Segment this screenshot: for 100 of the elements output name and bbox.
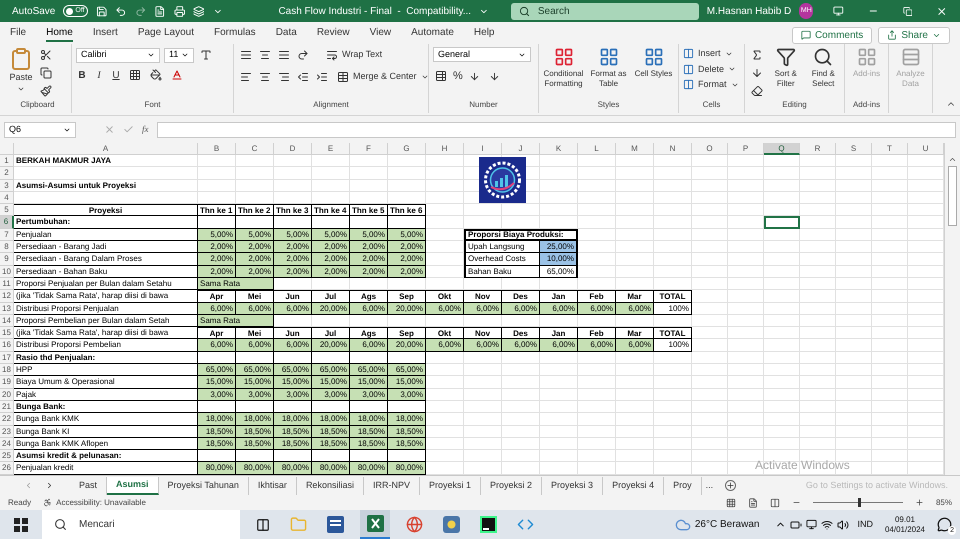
column-header[interactable]: I [464, 143, 502, 155]
input-cell[interactable]: 20,00% [388, 302, 426, 315]
app-icon[interactable] [443, 516, 460, 533]
row-header[interactable]: 14 [0, 314, 14, 328]
column-header[interactable]: R [800, 143, 836, 155]
normal-view-icon[interactable] [726, 498, 736, 508]
row-header[interactable]: 6 [0, 216, 14, 229]
input-cell[interactable]: 2,00% [312, 266, 350, 278]
row-header[interactable]: 12 [0, 290, 14, 303]
spreadsheet-app-icon[interactable] [366, 515, 384, 532]
cost-value[interactable]: 10,00% [540, 253, 578, 266]
document-app-icon[interactable] [327, 516, 344, 533]
input-cell[interactable]: 5,00% [388, 228, 426, 242]
column-header[interactable]: H [426, 143, 464, 155]
column-header[interactable]: Q [764, 143, 800, 155]
menu-tab[interactable]: Automate [411, 24, 454, 42]
column-header[interactable]: C [236, 143, 274, 155]
input-cell[interactable]: 18,50% [236, 438, 274, 450]
input-cell[interactable]: 6,00% [274, 339, 312, 352]
column-header[interactable]: U [908, 143, 944, 155]
more-sheets-button[interactable]: ... [702, 478, 718, 492]
input-cell[interactable]: 3,00% [312, 388, 350, 401]
name-box[interactable]: Q6 [4, 122, 76, 138]
restore-icon[interactable] [902, 6, 912, 16]
column-header[interactable]: S [836, 143, 872, 155]
code-editor-icon[interactable] [480, 516, 497, 533]
row-header[interactable]: 9 [0, 253, 14, 266]
input-cell[interactable]: 6,00% [236, 339, 274, 352]
menu-tab[interactable]: Review [316, 24, 350, 42]
input-cell[interactable]: 5,00% [312, 228, 350, 242]
input-cell[interactable]: 15,00% [198, 376, 236, 389]
input-cell[interactable]: 5,00% [198, 228, 236, 242]
input-cell[interactable]: 18,50% [274, 426, 312, 438]
row-header[interactable]: 1 [0, 155, 14, 168]
input-cell[interactable]: 65,00% [388, 364, 426, 376]
cost-value[interactable]: 65,00% [540, 266, 578, 278]
ribbon-display-icon[interactable] [833, 5, 844, 17]
italic-button[interactable]: I [93, 68, 105, 82]
cost-value[interactable]: 25,00% [540, 241, 578, 254]
row-header[interactable]: 16 [0, 339, 14, 352]
input-cell[interactable]: 65,00% [350, 364, 388, 376]
input-cell[interactable]: 15,00% [350, 376, 388, 389]
input-cell[interactable]: 15,00% [312, 376, 350, 389]
row-header[interactable]: 24 [0, 438, 14, 450]
input-cell[interactable]: 18,00% [198, 413, 236, 426]
zoom-in-icon[interactable] [914, 498, 924, 507]
input-cell[interactable]: 18,00% [388, 413, 426, 426]
input-cell[interactable]: 6,00% [616, 339, 654, 352]
input-cell[interactable]: 80,00% [274, 462, 312, 475]
input-cell[interactable]: 6,00% [350, 339, 388, 352]
accessibility-status[interactable]: Accessibility: Unavailable [56, 496, 146, 508]
input-cell[interactable]: 18,50% [198, 438, 236, 450]
browser-icon[interactable] [406, 516, 423, 533]
input-cell[interactable]: 2,00% [198, 241, 236, 254]
editing-button[interactable]: Sort & Filter [769, 47, 802, 89]
input-cell[interactable]: 2,00% [274, 241, 312, 254]
page-break-icon[interactable] [770, 498, 780, 508]
input-cell[interactable]: 3,00% [388, 388, 426, 401]
input-cell[interactable]: 65,00% [312, 364, 350, 376]
page-layout-icon[interactable] [748, 498, 758, 508]
input-cell[interactable]: 2,00% [350, 253, 388, 266]
input-cell[interactable]: 6,00% [578, 302, 616, 315]
copy-icon[interactable] [38, 65, 54, 81]
input-cell[interactable]: 3,00% [350, 388, 388, 401]
merge-center-button[interactable]: Merge & Center [337, 70, 429, 84]
input-cell[interactable]: 6,00% [578, 339, 616, 352]
editing-button[interactable]: Find & Select [806, 47, 840, 89]
column-header[interactable]: E [312, 143, 350, 155]
row-header[interactable]: 3 [0, 180, 14, 192]
column-header[interactable]: M [616, 143, 654, 155]
language-indicator[interactable]: IND [857, 518, 873, 532]
input-cell[interactable]: 6,00% [540, 302, 578, 315]
layers-icon[interactable] [193, 4, 205, 18]
input-cell[interactable]: 3,00% [236, 388, 274, 401]
input-cell[interactable]: 18,50% [388, 438, 426, 450]
input-cell[interactable]: 80,00% [236, 462, 274, 475]
input-cell[interactable]: 6,00% [540, 339, 578, 352]
percent-button[interactable]: % [453, 68, 463, 84]
eraser-icon[interactable] [749, 83, 765, 99]
row-header[interactable]: 26 [0, 462, 14, 475]
input-cell[interactable]: 2,00% [236, 266, 274, 278]
scroll-up-icon[interactable] [948, 155, 957, 164]
input-cell[interactable]: 6,00% [502, 339, 540, 352]
column-header[interactable]: N [654, 143, 692, 155]
input-cell[interactable]: 6,00% [426, 339, 464, 352]
input-cell[interactable]: 18,50% [312, 426, 350, 438]
row-header[interactable]: 7 [0, 228, 14, 242]
menu-tab[interactable]: Page Layout [138, 24, 194, 42]
menu-tab[interactable]: File [10, 24, 26, 42]
column-header[interactable]: P [728, 143, 764, 155]
clock-date[interactable]: 04/01/2024 [884, 524, 925, 534]
input-cell[interactable]: 3,00% [198, 388, 236, 401]
row-header[interactable]: 5 [0, 204, 14, 216]
input-cell[interactable]: 6,00% [274, 302, 312, 315]
task-view-icon[interactable] [256, 518, 270, 532]
row-header[interactable]: 4 [0, 192, 14, 204]
input-cell[interactable]: 18,00% [312, 413, 350, 426]
column-header[interactable]: T [872, 143, 908, 155]
input-cell[interactable]: 2,00% [312, 253, 350, 266]
input-cell[interactable]: 20,00% [388, 339, 426, 352]
